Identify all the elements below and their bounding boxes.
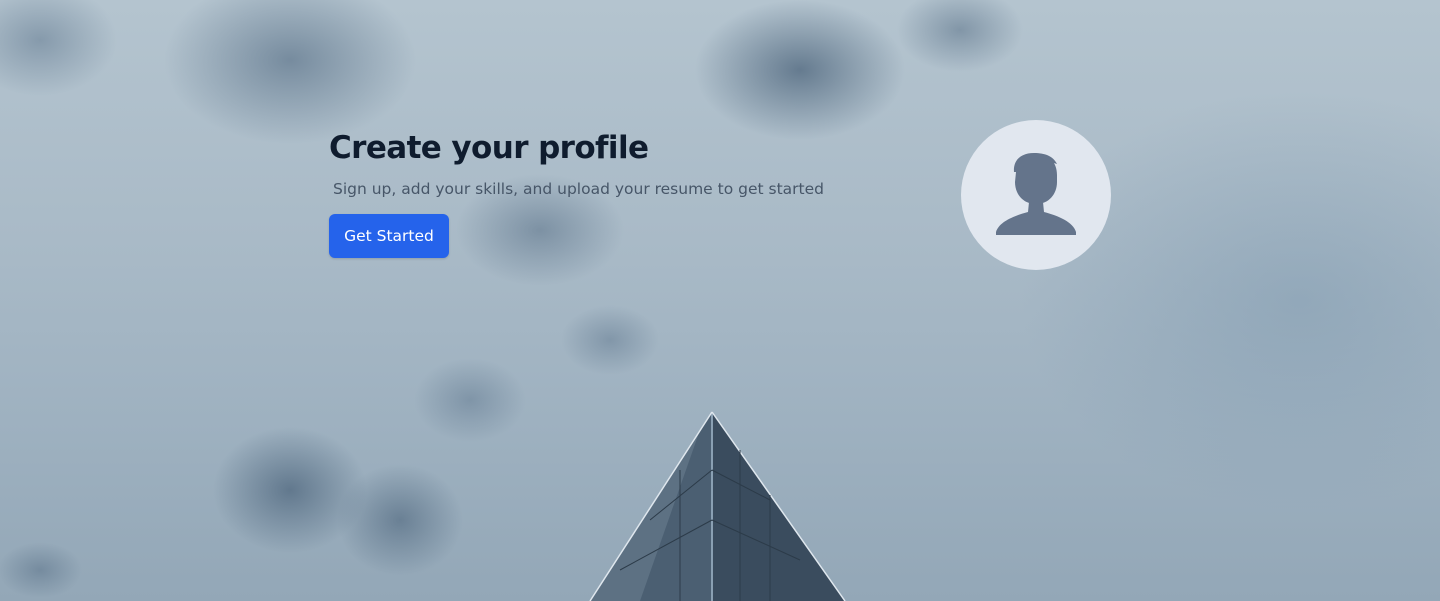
hero-background-image bbox=[0, 0, 1440, 601]
get-started-button[interactable]: Get Started bbox=[329, 214, 449, 258]
page-subtitle: Sign up, add your skills, and upload you… bbox=[333, 180, 824, 198]
avatar bbox=[961, 120, 1111, 270]
hero-content: Create your profile Sign up, add your sk… bbox=[329, 128, 849, 258]
user-silhouette-icon bbox=[996, 153, 1076, 235]
building-image bbox=[589, 411, 846, 601]
page-title: Create your profile bbox=[329, 130, 649, 166]
